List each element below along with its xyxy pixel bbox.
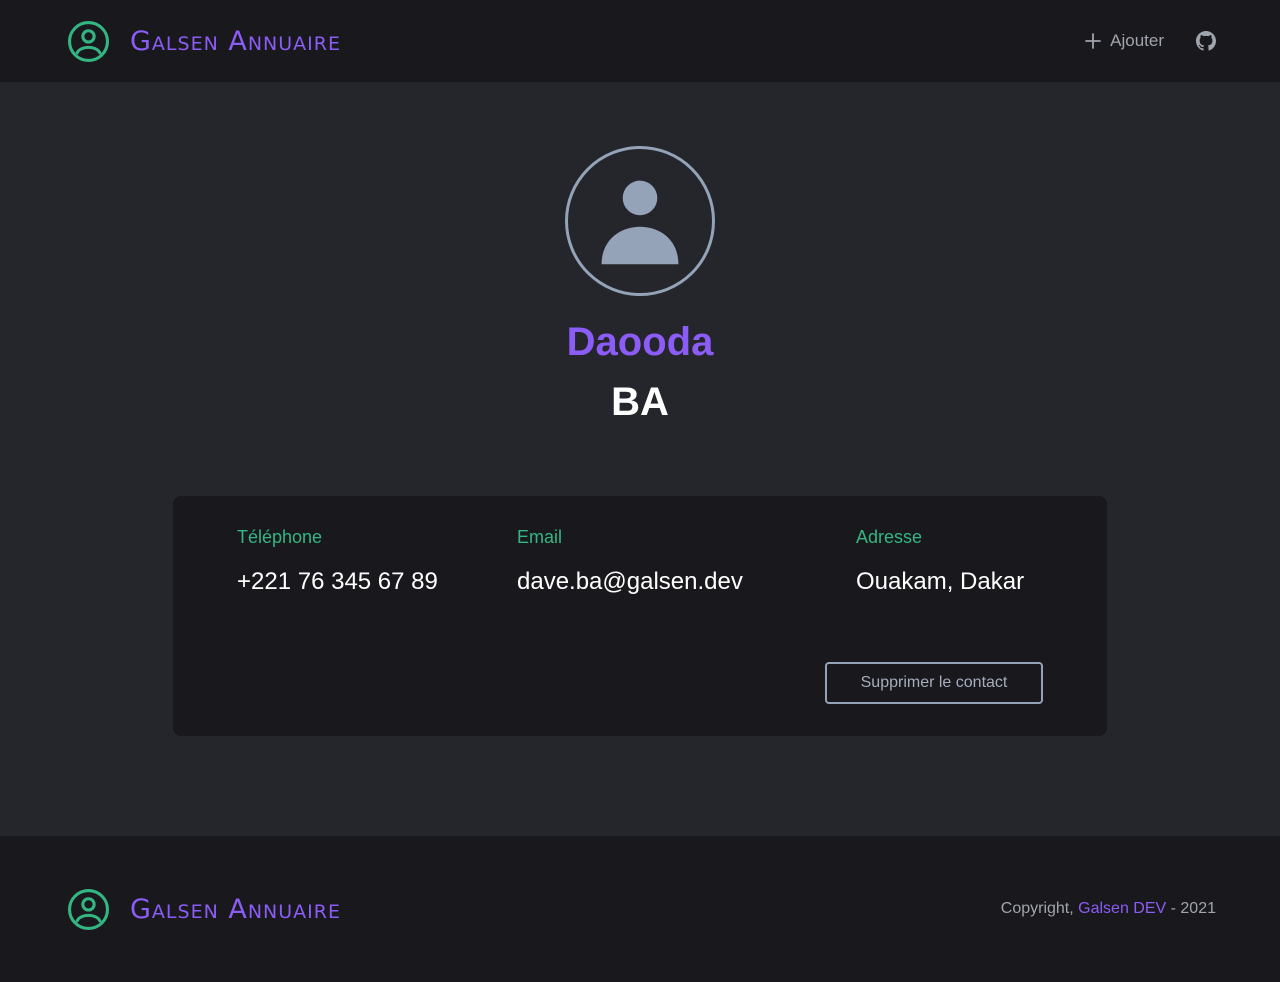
copyright-prefix: Copyright, bbox=[1000, 900, 1079, 917]
copyright-suffix: - 2021 bbox=[1166, 900, 1216, 917]
footer-brand[interactable]: Galsen Annuaire bbox=[68, 888, 341, 930]
contact-avatar bbox=[565, 146, 715, 296]
user-circle-logo-icon bbox=[68, 20, 109, 62]
site-header: Galsen Annuaire Ajouter bbox=[0, 0, 1280, 82]
footer-brand-name: Galsen Annuaire bbox=[130, 893, 341, 925]
add-contact-label: Ajouter bbox=[1110, 31, 1164, 50]
email-value: dave.ba@galsen.dev bbox=[517, 568, 743, 595]
galsen-dev-link[interactable]: Galsen DEV bbox=[1078, 900, 1166, 917]
contact-first-name: Daooda bbox=[566, 320, 714, 364]
brand-name: Galsen Annuaire bbox=[130, 25, 341, 57]
brand[interactable]: Galsen Annuaire bbox=[68, 20, 341, 62]
contact-last-name: BA bbox=[611, 380, 669, 424]
add-contact-button[interactable]: Ajouter bbox=[1085, 31, 1164, 51]
phone-value: +221 76 345 67 89 bbox=[237, 568, 438, 595]
plus-icon bbox=[1085, 33, 1102, 49]
email-label: Email bbox=[517, 527, 563, 547]
header-nav: Ajouter bbox=[1085, 31, 1216, 51]
phone-label: Téléphone bbox=[237, 527, 323, 547]
site-footer: Galsen Annuaire Copyright, Galsen DEV - … bbox=[0, 836, 1280, 982]
delete-contact-button[interactable]: Supprimer le contact bbox=[825, 662, 1043, 704]
user-circle-logo-icon bbox=[68, 888, 109, 930]
user-avatar-icon bbox=[601, 180, 679, 265]
address-value: Ouakam, Dakar bbox=[856, 568, 1025, 595]
contact-info-card: Téléphone +221 76 345 67 89 Email dave.b… bbox=[173, 496, 1107, 736]
copyright: Copyright, Galsen DEV - 2021 bbox=[1001, 900, 1216, 918]
address-label: Adresse bbox=[856, 527, 923, 547]
github-icon[interactable] bbox=[1196, 31, 1216, 51]
